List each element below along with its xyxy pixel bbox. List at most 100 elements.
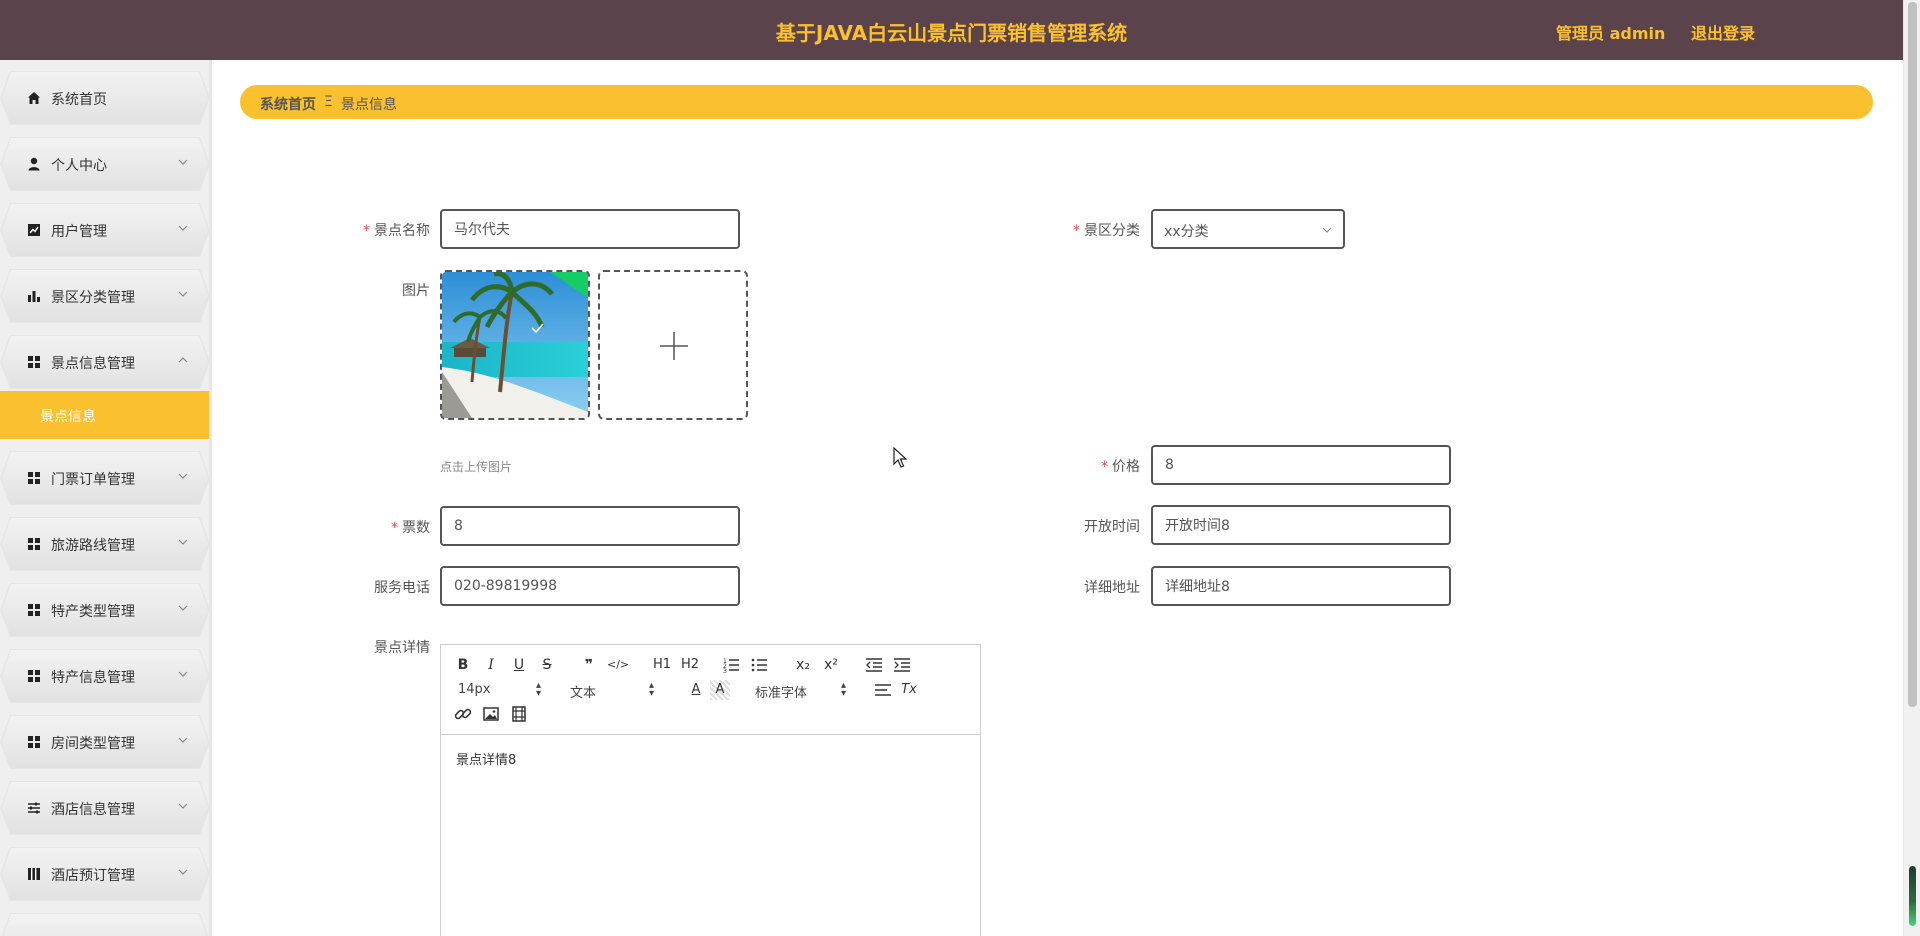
sidebar-item-label: 门票订单管理	[51, 472, 135, 488]
page-scrollbar[interactable]	[1903, 0, 1920, 936]
clear-format-button[interactable]: Tx	[899, 680, 919, 700]
sidebar-item-travel-routes[interactable]: 旅游路线管理	[0, 517, 209, 571]
font-family-value: 标准字体	[755, 686, 808, 701]
updown-icon: ▴ ▾	[649, 680, 655, 699]
sidebar: 系统首页 个人中心 用户管理 景区分类管理 景点信息管理 景点信息 门票订单管理…	[0, 60, 212, 936]
book-icon	[28, 868, 40, 880]
video-icon[interactable]	[509, 704, 529, 724]
code-button[interactable]: </>	[607, 655, 629, 675]
font-size-value: 14px	[458, 682, 491, 697]
price-label-text: 价格	[1112, 459, 1140, 475]
logout-link[interactable]: 退出登录	[1691, 20, 1755, 44]
h1-button[interactable]: H1	[650, 655, 674, 675]
upload-tip: 点击上传图片	[440, 460, 513, 474]
sidebar-item-more[interactable]	[0, 913, 209, 936]
scenic-category-value: xx分类	[1164, 224, 1209, 240]
background-color-button[interactable]: A	[710, 680, 730, 700]
grid-icon	[28, 604, 40, 616]
image-icon[interactable]	[481, 704, 501, 724]
sidebar-subitem-scenic-info[interactable]: 景点信息	[0, 391, 209, 439]
detail-label: 景点详情	[374, 640, 430, 656]
font-family-select[interactable]: 标准字体 ▴ ▾	[755, 680, 849, 702]
sidebar-item-label: 景点信息管理	[51, 356, 135, 372]
sidebar-item-label: 房间类型管理	[51, 736, 135, 752]
underline-button[interactable]: U	[509, 655, 529, 675]
ordered-list-icon[interactable]: 123	[721, 655, 741, 675]
strike-button[interactable]: S	[537, 655, 557, 675]
scenic-name-input[interactable]	[440, 209, 740, 249]
scrollbar-thumb[interactable]	[1908, 2, 1917, 707]
subscript-button[interactable]: x₂	[793, 655, 813, 675]
open-time-input[interactable]	[1151, 505, 1451, 545]
plus-icon	[660, 332, 688, 360]
sidebar-item-specialty-types[interactable]: 特产类型管理	[0, 583, 209, 637]
sidebar-item-scenic-info[interactable]: 景点信息管理	[0, 335, 209, 389]
beach-image	[442, 272, 588, 418]
italic-button[interactable]: I	[481, 655, 501, 675]
sidebar-item-profile[interactable]: 个人中心	[0, 137, 209, 191]
font-color-button[interactable]: A	[686, 680, 706, 700]
updown-icon: ▴ ▾	[841, 680, 847, 699]
grid-icon	[28, 356, 40, 368]
chevron-down-icon	[178, 473, 188, 479]
scenic-name-label-text: 景点名称	[374, 223, 430, 239]
price-label: * 价格	[1080, 456, 1140, 476]
required-mark: *	[1101, 459, 1108, 475]
chevron-down-icon	[178, 671, 188, 677]
outdent-icon[interactable]	[864, 655, 884, 675]
sidebar-item-room-types[interactable]: 房间类型管理	[0, 715, 209, 769]
price-input[interactable]	[1151, 445, 1451, 485]
sidebar-item-hotel-info[interactable]: 酒店信息管理	[0, 781, 209, 835]
indent-icon[interactable]	[892, 655, 912, 675]
sidebar-item-hotel-booking[interactable]: 酒店预订管理	[0, 847, 209, 901]
sidebar-item-home[interactable]: 系统首页	[0, 71, 209, 125]
heading-select[interactable]: 文本 ▴ ▾	[570, 680, 656, 702]
image-label: 图片	[402, 283, 430, 299]
editor-toolbar: B I U S ❞ </> H1 H2 123 x₂ x² 14px ▴ ▾ 文本…	[441, 645, 980, 735]
sidebar-item-label: 特产信息管理	[51, 670, 135, 686]
bar-chart-icon	[28, 291, 40, 302]
sidebar-item-label: 特产类型管理	[51, 604, 135, 620]
updown-icon: ▴ ▾	[536, 680, 542, 699]
font-size-select[interactable]: 14px ▴ ▾	[458, 680, 544, 700]
grid-icon	[28, 736, 40, 748]
open-time-label: 开放时间	[1084, 519, 1140, 535]
upload-image-button[interactable]	[598, 270, 748, 420]
bold-button[interactable]: B	[453, 655, 473, 675]
editor-content[interactable]: 景点详情8	[456, 749, 516, 768]
tickets-label: * 票数	[370, 517, 430, 537]
breadcrumb-home[interactable]: 系统首页	[260, 94, 316, 114]
breadcrumb-current: 景点信息	[341, 97, 397, 113]
breadcrumb: 系统首页 Ξ 景点信息	[240, 85, 1873, 119]
breadcrumb-separator: Ξ	[324, 94, 333, 110]
scenic-category-select[interactable]: xx分类	[1151, 209, 1345, 249]
home-icon	[28, 92, 40, 104]
admin-user-label: 管理员 admin	[1556, 24, 1666, 43]
sidebar-item-scenic-category[interactable]: 景区分类管理	[0, 269, 209, 323]
scenic-category-label-text: 景区分类	[1084, 223, 1140, 239]
h2-button[interactable]: H2	[678, 655, 702, 675]
link-icon[interactable]	[453, 704, 473, 724]
bullet-list-icon[interactable]	[749, 655, 769, 675]
sidebar-item-users[interactable]: 用户管理	[0, 203, 209, 257]
align-icon[interactable]	[873, 680, 893, 700]
chevron-down-icon	[178, 803, 188, 809]
sidebar-item-specialty-info[interactable]: 特产信息管理	[0, 649, 209, 703]
required-mark: *	[391, 520, 398, 536]
grid-icon	[28, 538, 40, 550]
sidebar-item-label: 个人中心	[51, 158, 107, 174]
chevron-down-icon	[178, 291, 188, 297]
chevron-up-icon	[178, 357, 188, 363]
sidebar-item-label: 旅游路线管理	[51, 538, 135, 554]
tickets-input[interactable]	[440, 506, 740, 546]
phone-input[interactable]	[440, 566, 740, 606]
uploaded-image[interactable]	[440, 270, 590, 420]
superscript-button[interactable]: x²	[821, 655, 841, 675]
address-label: 详细地址	[1084, 580, 1140, 596]
user-icon	[28, 157, 40, 171]
sidebar-item-ticket-orders[interactable]: 门票订单管理	[0, 451, 209, 505]
address-input[interactable]	[1151, 566, 1451, 606]
quote-button[interactable]: ❞	[579, 655, 599, 675]
phone-label: 服务电话	[374, 580, 430, 596]
grid-icon	[28, 670, 40, 682]
